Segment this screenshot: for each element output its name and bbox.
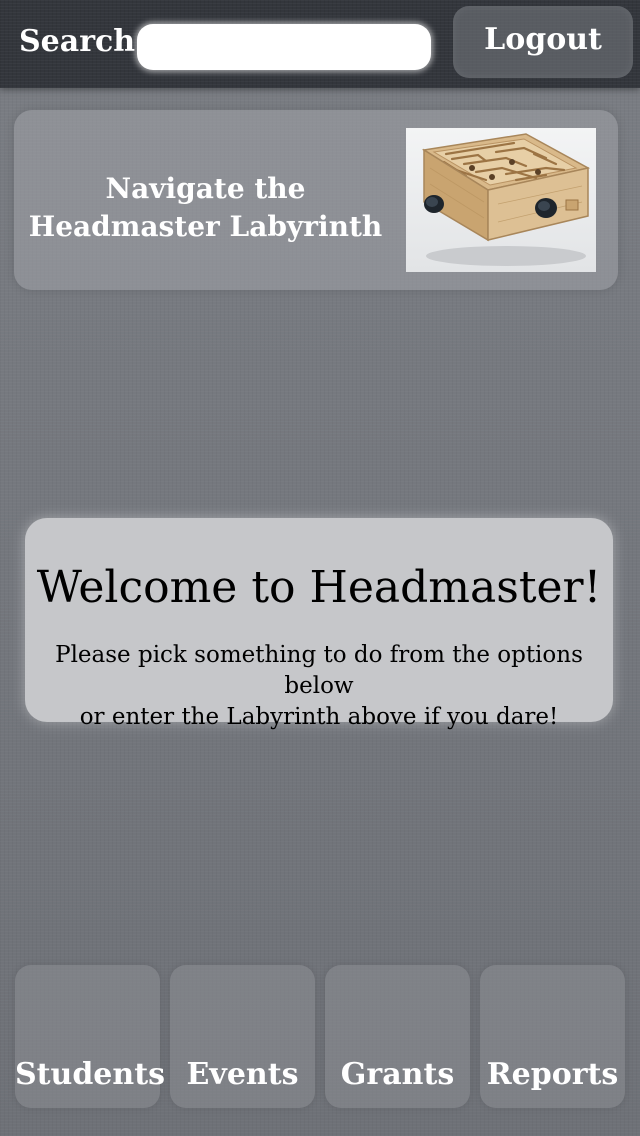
nav-events-button[interactable]: Events	[170, 965, 315, 1108]
top-bar: Search Logout	[0, 0, 640, 88]
labyrinth-title[interactable]: Navigate the Headmaster Labyrinth	[28, 170, 383, 246]
search-label: Search	[19, 24, 136, 59]
welcome-card: Welcome to Headmaster! Please pick somet…	[25, 518, 613, 730]
welcome-message-line2: or enter the Labyrinth above if you dare…	[79, 704, 559, 730]
welcome-message-line1: Please pick something to do from the opt…	[55, 642, 583, 699]
nav-students-label: Students	[15, 1057, 165, 1092]
nav-reports-label: Reports	[486, 1057, 619, 1092]
nav-grants-button[interactable]: Grants	[325, 965, 470, 1108]
search-input[interactable]	[137, 24, 431, 70]
nav-students-button[interactable]: Students	[15, 965, 165, 1108]
logout-button[interactable]: Logout	[453, 6, 633, 78]
maze-illustration	[421, 133, 591, 266]
labyrinth-title-line1: Navigate the	[105, 172, 306, 205]
labyrinth-title-line2: Headmaster Labyrinth	[28, 210, 383, 243]
wooden-labyrinth-maze-icon[interactable]	[406, 128, 596, 272]
nav-events-label: Events	[186, 1057, 299, 1092]
welcome-heading: Welcome to Headmaster!	[36, 562, 602, 613]
welcome-message: Please pick something to do from the opt…	[35, 640, 603, 733]
nav-grants-label: Grants	[340, 1057, 455, 1092]
nav-reports-button[interactable]: Reports	[480, 965, 625, 1108]
